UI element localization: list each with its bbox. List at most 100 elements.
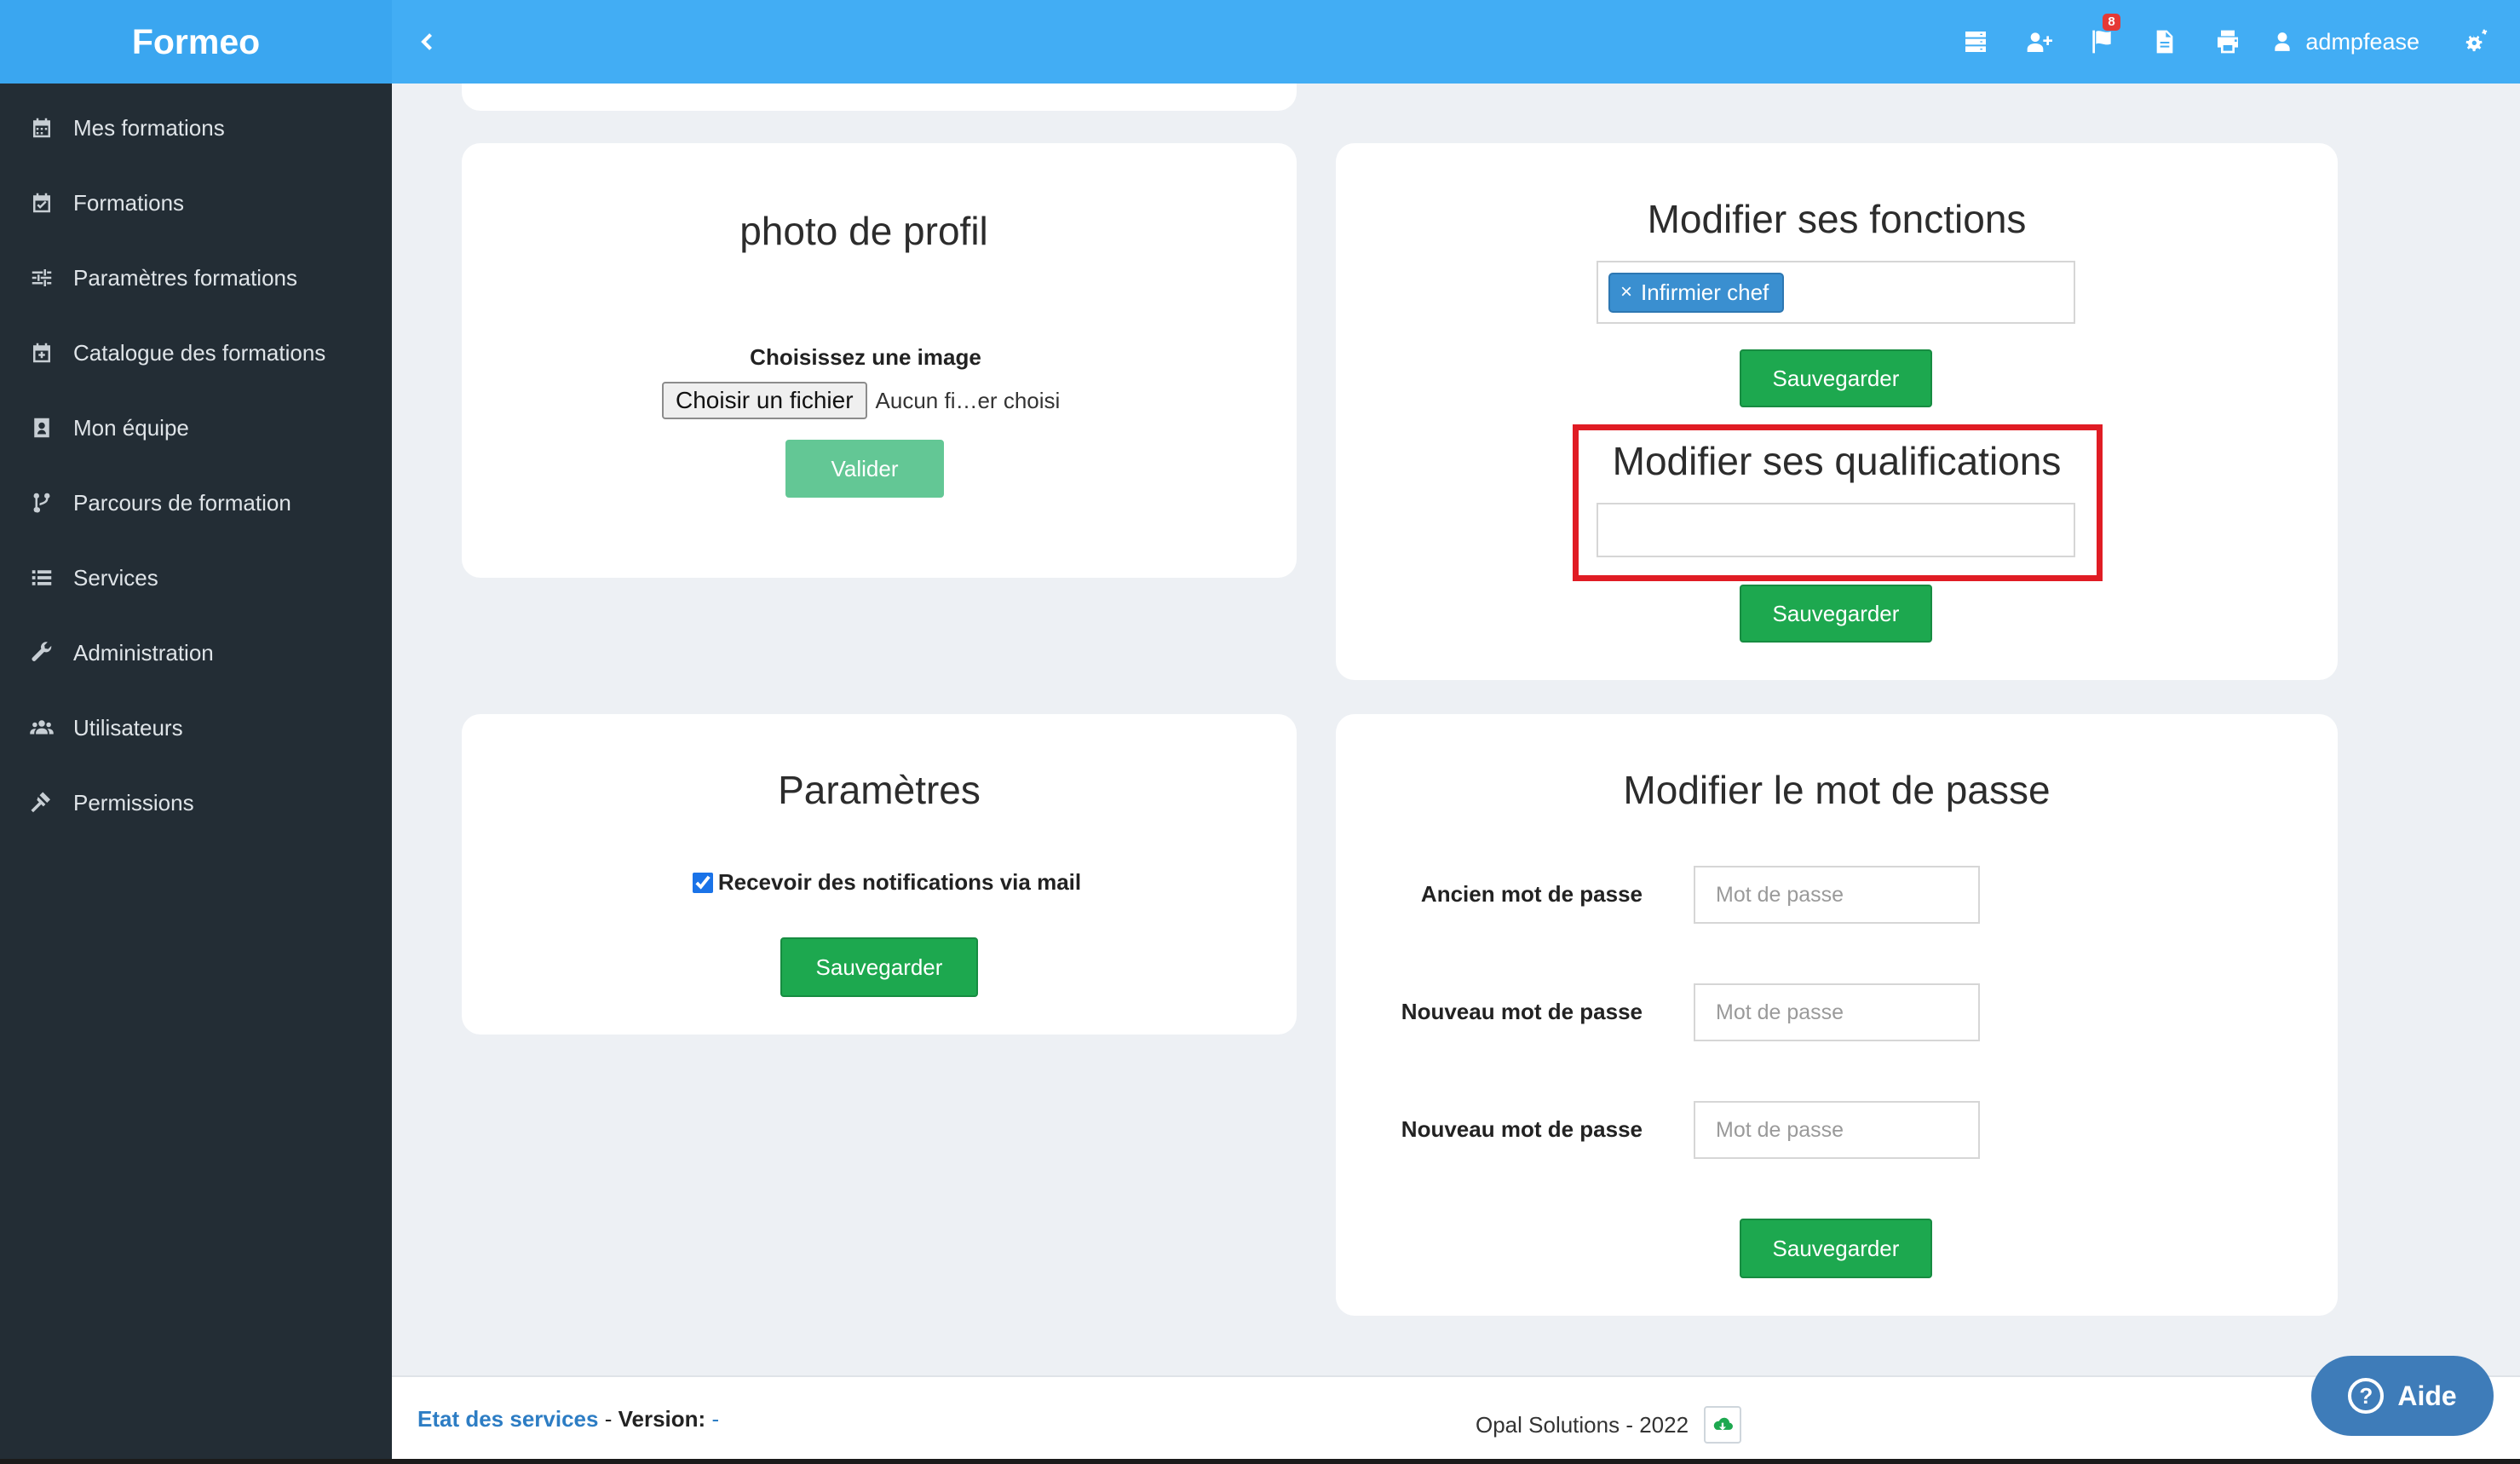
code-branch-icon <box>33 493 50 513</box>
service-status-link[interactable]: Etat des services <box>417 1406 598 1432</box>
save-settings-button[interactable]: Sauvegarder <box>780 937 978 997</box>
sidebar-item-formations[interactable]: Formations <box>0 165 392 240</box>
help-label: Aide <box>2397 1380 2457 1411</box>
qualifications-input[interactable] <box>1597 503 2075 557</box>
user-menu[interactable]: admpfease <box>2259 0 2445 84</box>
qualifications-title: Modifier ses qualifications <box>1612 439 2062 483</box>
sidebar-item-mes-formations[interactable]: Mes formations <box>0 90 392 165</box>
sliders-icon <box>32 269 52 286</box>
save-qualifications-button[interactable]: Sauvegarder <box>1740 585 1932 643</box>
print-button[interactable] <box>2196 0 2259 84</box>
mail-notification-label: Recevoir des notifications via mail <box>717 869 1082 895</box>
footer: Etat des services - Version: - Opal Solu… <box>392 1375 2520 1459</box>
sidebar-item-parametres-formations[interactable]: Paramètres formations <box>0 240 392 315</box>
bottom-edge-bar <box>0 1459 2520 1464</box>
sidebar-item-services[interactable]: Services <box>0 540 392 615</box>
username: admpfease <box>2305 28 2419 55</box>
version-label: Version: <box>618 1406 706 1432</box>
function-tag: × Infirmier chef <box>1608 272 1785 313</box>
topbar: 8 admpfease <box>392 0 2520 84</box>
profile-photo-title: photo de profil <box>739 209 988 253</box>
sidebar-item-label: Formations <box>73 189 185 216</box>
mail-notification-checkbox[interactable] <box>692 872 713 893</box>
new-password-input[interactable] <box>1694 983 1980 1041</box>
sidebar-item-catalogue[interactable]: Catalogue des formations <box>0 315 392 390</box>
footer-separator: - <box>604 1406 613 1432</box>
old-password-input[interactable] <box>1694 866 1980 924</box>
sidebar-item-label: Mon équipe <box>73 414 189 441</box>
copyright-text: Opal Solutions - 2022 <box>1476 1411 1689 1438</box>
password-title: Modifier le mot de passe <box>1623 768 2051 812</box>
password-card: Modifier le mot de passe Ancien mot de p… <box>1336 714 2338 1316</box>
wrench-icon <box>32 642 52 661</box>
old-password-label: Ancien mot de passe <box>1420 881 1643 907</box>
help-button[interactable]: ? Aide <box>2311 1356 2494 1436</box>
notifications-flag-button[interactable]: 8 <box>2070 0 2133 84</box>
cloud-download-button[interactable] <box>1704 1406 1742 1444</box>
sidebar-item-label: Services <box>73 564 158 591</box>
validate-button[interactable]: Valider <box>785 440 944 498</box>
printer-icon <box>2218 30 2239 54</box>
file-icon <box>2157 30 2173 54</box>
version-value: - <box>711 1406 720 1432</box>
sidebar-item-label: Catalogue des formations <box>73 339 326 366</box>
calendar-check-icon <box>33 193 50 213</box>
cloud-download-icon <box>1713 1417 1734 1431</box>
sidebar-item-mon-equipe[interactable]: Mon équipe <box>0 390 392 465</box>
user-icon <box>2275 32 2291 51</box>
profile-photo-card: photo de profil Choisissez une image Cho… <box>462 143 1297 578</box>
sidebar-nav: Mes formations Formations Paramètres for… <box>0 84 392 840</box>
settings-card: Paramètres Recevoir des notifications vi… <box>462 714 1297 1035</box>
previous-card-remnant <box>462 84 1297 111</box>
sidebar-item-label: Parcours de formation <box>73 489 291 516</box>
users-icon <box>30 720 54 735</box>
file-status: Aucun fi…er choisi <box>875 387 1061 413</box>
mail-notification-option: Recevoir des notifications via mail <box>477 869 1297 896</box>
function-tag-label: Infirmier chef <box>1641 279 1769 305</box>
footer-copyright-row: Opal Solutions - 2022 <box>1476 1406 1742 1444</box>
remove-tag-button[interactable]: × <box>1620 280 1632 304</box>
collapse-sidebar-button[interactable] <box>392 0 460 84</box>
server-button[interactable] <box>1944 0 2007 84</box>
settings-button[interactable] <box>2445 0 2508 84</box>
sidebar-item-label: Paramètres formations <box>73 264 297 291</box>
flag-icon <box>2092 30 2112 54</box>
sidebar-item-label: Administration <box>73 639 214 666</box>
confirm-password-input[interactable] <box>1694 1101 1980 1159</box>
brand-logo[interactable]: Formeo <box>0 0 392 84</box>
chevron-left-icon <box>421 33 432 50</box>
confirm-password-label: Nouveau mot de passe <box>1401 1116 1643 1142</box>
choose-image-label: Choisissez une image <box>750 344 981 370</box>
choose-file-button[interactable]: Choisir un fichier <box>662 382 867 419</box>
server-icon <box>1965 32 1987 52</box>
file-upload-row: Choisir un fichier Aucun fi…er choisi <box>662 382 1060 419</box>
calendar-icon <box>33 118 50 138</box>
functions-card: Modifier ses fonctions × Infirmier chef … <box>1336 143 2338 680</box>
sidebar-item-label: Mes formations <box>73 114 225 141</box>
sidebar: Formeo Mes formations Formations Paramèt… <box>0 0 392 1464</box>
question-icon: ? <box>2348 1378 2385 1414</box>
user-badge-icon <box>34 418 49 438</box>
cogs-icon <box>2465 29 2488 52</box>
user-plus-icon <box>2028 32 2053 52</box>
gavel-icon <box>31 792 50 813</box>
calendar-plus-icon <box>33 343 50 363</box>
new-password-label: Nouveau mot de passe <box>1401 999 1643 1024</box>
topbar-actions: 8 admpfease <box>1944 0 2520 84</box>
functions-tag-input[interactable]: × Infirmier chef <box>1597 261 2075 324</box>
add-user-button[interactable] <box>2007 0 2070 84</box>
document-button[interactable] <box>2133 0 2196 84</box>
sidebar-item-utilisateurs[interactable]: Utilisateurs <box>0 690 392 765</box>
save-functions-button[interactable]: Sauvegarder <box>1740 349 1932 407</box>
sidebar-item-parcours[interactable]: Parcours de formation <box>0 465 392 540</box>
sidebar-item-label: Permissions <box>73 789 194 816</box>
sidebar-item-administration[interactable]: Administration <box>0 615 392 690</box>
save-password-button[interactable]: Sauvegarder <box>1740 1219 1932 1278</box>
footer-status: Etat des services - Version: - <box>417 1406 719 1432</box>
sidebar-item-permissions[interactable]: Permissions <box>0 765 392 840</box>
notification-badge: 8 <box>2103 14 2120 31</box>
functions-title: Modifier ses fonctions <box>1647 197 2027 241</box>
settings-title: Paramètres <box>778 768 981 812</box>
list-icon <box>32 570 52 585</box>
sidebar-item-label: Utilisateurs <box>73 714 183 741</box>
